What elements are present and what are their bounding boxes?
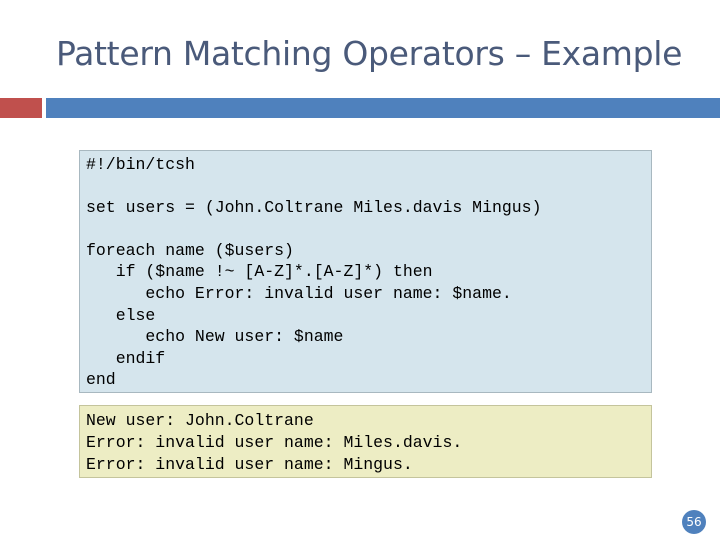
code-line: set users = (John.Coltrane Miles.davis M… <box>86 198 542 217</box>
code-block: #!/bin/tcsh set users = (John.Coltrane M… <box>79 150 652 393</box>
page-number-badge: 56 <box>682 510 706 534</box>
code-line: endif <box>86 349 166 368</box>
code-line: end <box>86 370 116 389</box>
title-accent-bar-blue <box>46 98 720 118</box>
output-line: Error: invalid user name: Mingus. <box>86 455 413 474</box>
output-block: New user: John.Coltrane Error: invalid u… <box>79 405 652 478</box>
code-line: #!/bin/tcsh <box>86 155 195 174</box>
code-line: if ($name !~ [A-Z]*.[A-Z]*) then <box>86 262 433 281</box>
code-line: echo New user: $name <box>86 327 344 346</box>
slide-title: Pattern Matching Operators – Example <box>56 34 683 73</box>
code-line: foreach name ($users) <box>86 241 294 260</box>
code-line: else <box>86 306 156 325</box>
code-line: echo Error: invalid user name: $name. <box>86 284 512 303</box>
title-accent-bar-red <box>0 98 42 118</box>
output-line: Error: invalid user name: Miles.davis. <box>86 433 463 452</box>
output-line: New user: John.Coltrane <box>86 411 314 430</box>
